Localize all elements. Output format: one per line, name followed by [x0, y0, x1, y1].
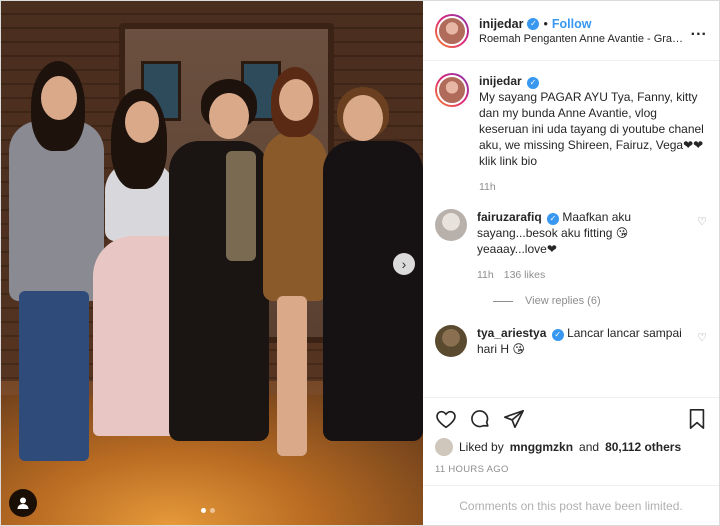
location-link[interactable]: Roemah Penganten Anne Avantie - Grand In… [479, 33, 685, 45]
next-arrow-icon[interactable]: › [393, 253, 415, 275]
comment-username[interactable]: tya_ariestya [477, 326, 546, 340]
post-photo[interactable]: › [1, 1, 423, 525]
person [323, 141, 423, 441]
username[interactable]: inijedar [479, 17, 523, 31]
post: › inijedar ✓ • Follow Roemah Penganten A… [0, 0, 720, 526]
liked-prefix: Liked by [459, 440, 504, 454]
carousel-dots [201, 508, 215, 513]
verified-icon: ✓ [547, 213, 560, 225]
face [125, 101, 159, 143]
verified-icon: ✓ [527, 17, 540, 30]
heart-icon[interactable]: ♡ [697, 331, 707, 357]
caption-username[interactable]: inijedar [479, 74, 522, 88]
face [279, 79, 313, 121]
verified-icon: ✓ [551, 329, 564, 341]
face [209, 93, 249, 139]
heart-icon[interactable]: ♡ [697, 215, 707, 283]
post-timestamp[interactable]: 11 HOURS AGO [435, 464, 707, 475]
bookmark-icon[interactable] [687, 408, 707, 430]
verified-icon: ✓ [527, 77, 540, 89]
scarf [226, 151, 256, 261]
comments-section: inijedar ✓ My sayang PAGAR AYU Tya, Fann… [423, 61, 719, 397]
person-dress [263, 131, 327, 301]
separator: • [543, 16, 548, 31]
liked-and: and [579, 440, 600, 454]
comment-icon[interactable] [469, 408, 491, 430]
avatar[interactable] [435, 209, 467, 241]
post-sidebar: inijedar ✓ • Follow Roemah Penganten Ann… [423, 1, 719, 525]
carousel-dot [210, 508, 215, 513]
avatar[interactable] [435, 325, 467, 357]
post-header: inijedar ✓ • Follow Roemah Penganten Ann… [423, 1, 719, 61]
avatar[interactable] [435, 73, 469, 107]
liked-by: Liked by mnggmzkn and 80,112 others [435, 438, 707, 456]
comments-limited-notice: Comments on this post have been limited. [423, 485, 719, 525]
share-icon[interactable] [503, 408, 525, 430]
liked-user[interactable]: mnggmzkn [510, 440, 573, 454]
view-replies[interactable]: View replies (6) [493, 295, 707, 307]
action-bar: Liked by mnggmzkn and 80,112 others 11 H… [423, 397, 719, 475]
face [41, 76, 77, 120]
caption-time[interactable]: 11h [479, 179, 496, 195]
comment: tya_ariestya ✓ Lancar lancar sampai hari… [435, 325, 707, 357]
divider [493, 300, 513, 302]
more-options-icon[interactable]: ... [691, 22, 707, 40]
face [343, 95, 383, 141]
follow-button[interactable]: Follow [552, 17, 592, 31]
view-replies-label[interactable]: View replies (6) [525, 295, 601, 307]
avatar[interactable] [435, 13, 469, 48]
comment: fairuzarafiq ✓ Maafkan aku sayang...beso… [435, 209, 707, 283]
likes-count[interactable]: 80,112 others [605, 440, 681, 454]
user-tag-icon[interactable] [9, 489, 37, 517]
caption: inijedar ✓ My sayang PAGAR AYU Tya, Fann… [435, 73, 707, 195]
heart-icon[interactable] [435, 408, 457, 430]
avatar[interactable] [435, 438, 453, 456]
legs [277, 296, 307, 456]
person-jeans [19, 291, 89, 461]
comment-time[interactable]: 11h [477, 267, 494, 283]
carousel-dot [201, 508, 206, 513]
comment-likes[interactable]: 136 likes [504, 267, 545, 283]
caption-text: My sayang PAGAR AYU Tya, Fanny, kitty da… [479, 90, 704, 168]
comment-username[interactable]: fairuzarafiq [477, 210, 542, 224]
